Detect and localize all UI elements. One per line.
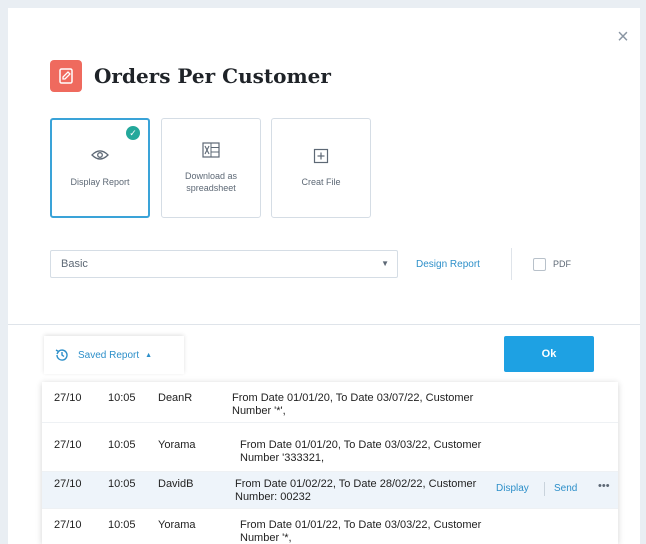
download-spreadsheet-label: Download as spreadsheet: [184, 171, 238, 193]
report-description: From Date 01/01/22, To Date 03/03/22, Cu…: [240, 519, 482, 544]
design-report-link[interactable]: Design Report: [416, 259, 480, 270]
create-file-option[interactable]: Creat File: [271, 118, 371, 218]
report-time: 10:05: [108, 392, 136, 404]
dialog-title: Orders Per Customer: [94, 64, 331, 88]
divider: [544, 482, 545, 496]
report-icon: [50, 60, 82, 92]
spreadsheet-icon: [202, 142, 220, 160]
report-template-select[interactable]: Basic ▼: [50, 250, 398, 278]
divider: [511, 248, 512, 280]
report-time: 10:05: [108, 478, 136, 490]
display-report-link[interactable]: Display: [496, 483, 529, 494]
create-file-label: Creat File: [301, 177, 341, 187]
saved-report-toggle[interactable]: Saved Report ▲: [44, 336, 184, 374]
report-time: 10:05: [108, 439, 136, 451]
report-user: Yorama: [158, 519, 196, 531]
report-date: 27/10: [54, 519, 82, 531]
saved-report-row[interactable]: 27/10 10:05 DavidB From Date 01/02/22, T…: [42, 472, 618, 509]
history-icon: [54, 347, 70, 363]
section-divider: [8, 324, 640, 325]
pdf-label: PDF: [553, 259, 571, 269]
report-template-value: Basic: [61, 258, 88, 270]
ok-button[interactable]: Ok: [504, 336, 594, 372]
caret-up-icon: ▲: [145, 351, 153, 359]
check-icon: ✓: [126, 126, 140, 140]
report-date: 27/10: [54, 478, 82, 490]
send-report-link[interactable]: Send: [554, 483, 577, 494]
report-user: Yorama: [158, 439, 196, 451]
display-report-option[interactable]: ✓ Display Report: [50, 118, 150, 218]
plus-icon: [313, 148, 329, 166]
more-options-icon[interactable]: •••: [598, 480, 610, 492]
close-icon[interactable]: ×: [612, 26, 634, 48]
report-date: 27/10: [54, 392, 82, 404]
report-user: DavidB: [158, 478, 194, 490]
report-time: 10:05: [108, 519, 136, 531]
download-spreadsheet-option[interactable]: Download as spreadsheet: [161, 118, 261, 218]
display-report-label: Display Report: [70, 177, 130, 187]
orders-per-customer-dialog: × Orders Per Customer ✓ Display Report D…: [8, 8, 640, 544]
report-description: From Date 01/01/20, To Date 03/03/22, Cu…: [240, 439, 482, 464]
report-description: From Date 01/01/20, To Date 03/07/22, Cu…: [232, 392, 474, 417]
pdf-checkbox[interactable]: [533, 258, 546, 271]
chevron-down-icon: ▼: [381, 259, 389, 268]
saved-report-label: Saved Report: [78, 349, 140, 361]
saved-report-row[interactable]: 27/10 10:05 Yorama From Date 01/01/22, T…: [42, 509, 618, 544]
report-date: 27/10: [54, 439, 82, 451]
eye-icon: [91, 148, 109, 166]
saved-reports-list: 27/10 10:05 DeanR From Date 01/01/20, To…: [42, 382, 618, 544]
report-description: From Date 01/02/22, To Date 28/02/22, Cu…: [235, 478, 477, 503]
saved-report-row[interactable]: 27/10 10:05 Yorama From Date 01/01/20, T…: [42, 423, 618, 472]
saved-report-row[interactable]: 27/10 10:05 DeanR From Date 01/01/20, To…: [42, 382, 618, 423]
report-user: DeanR: [158, 392, 193, 404]
